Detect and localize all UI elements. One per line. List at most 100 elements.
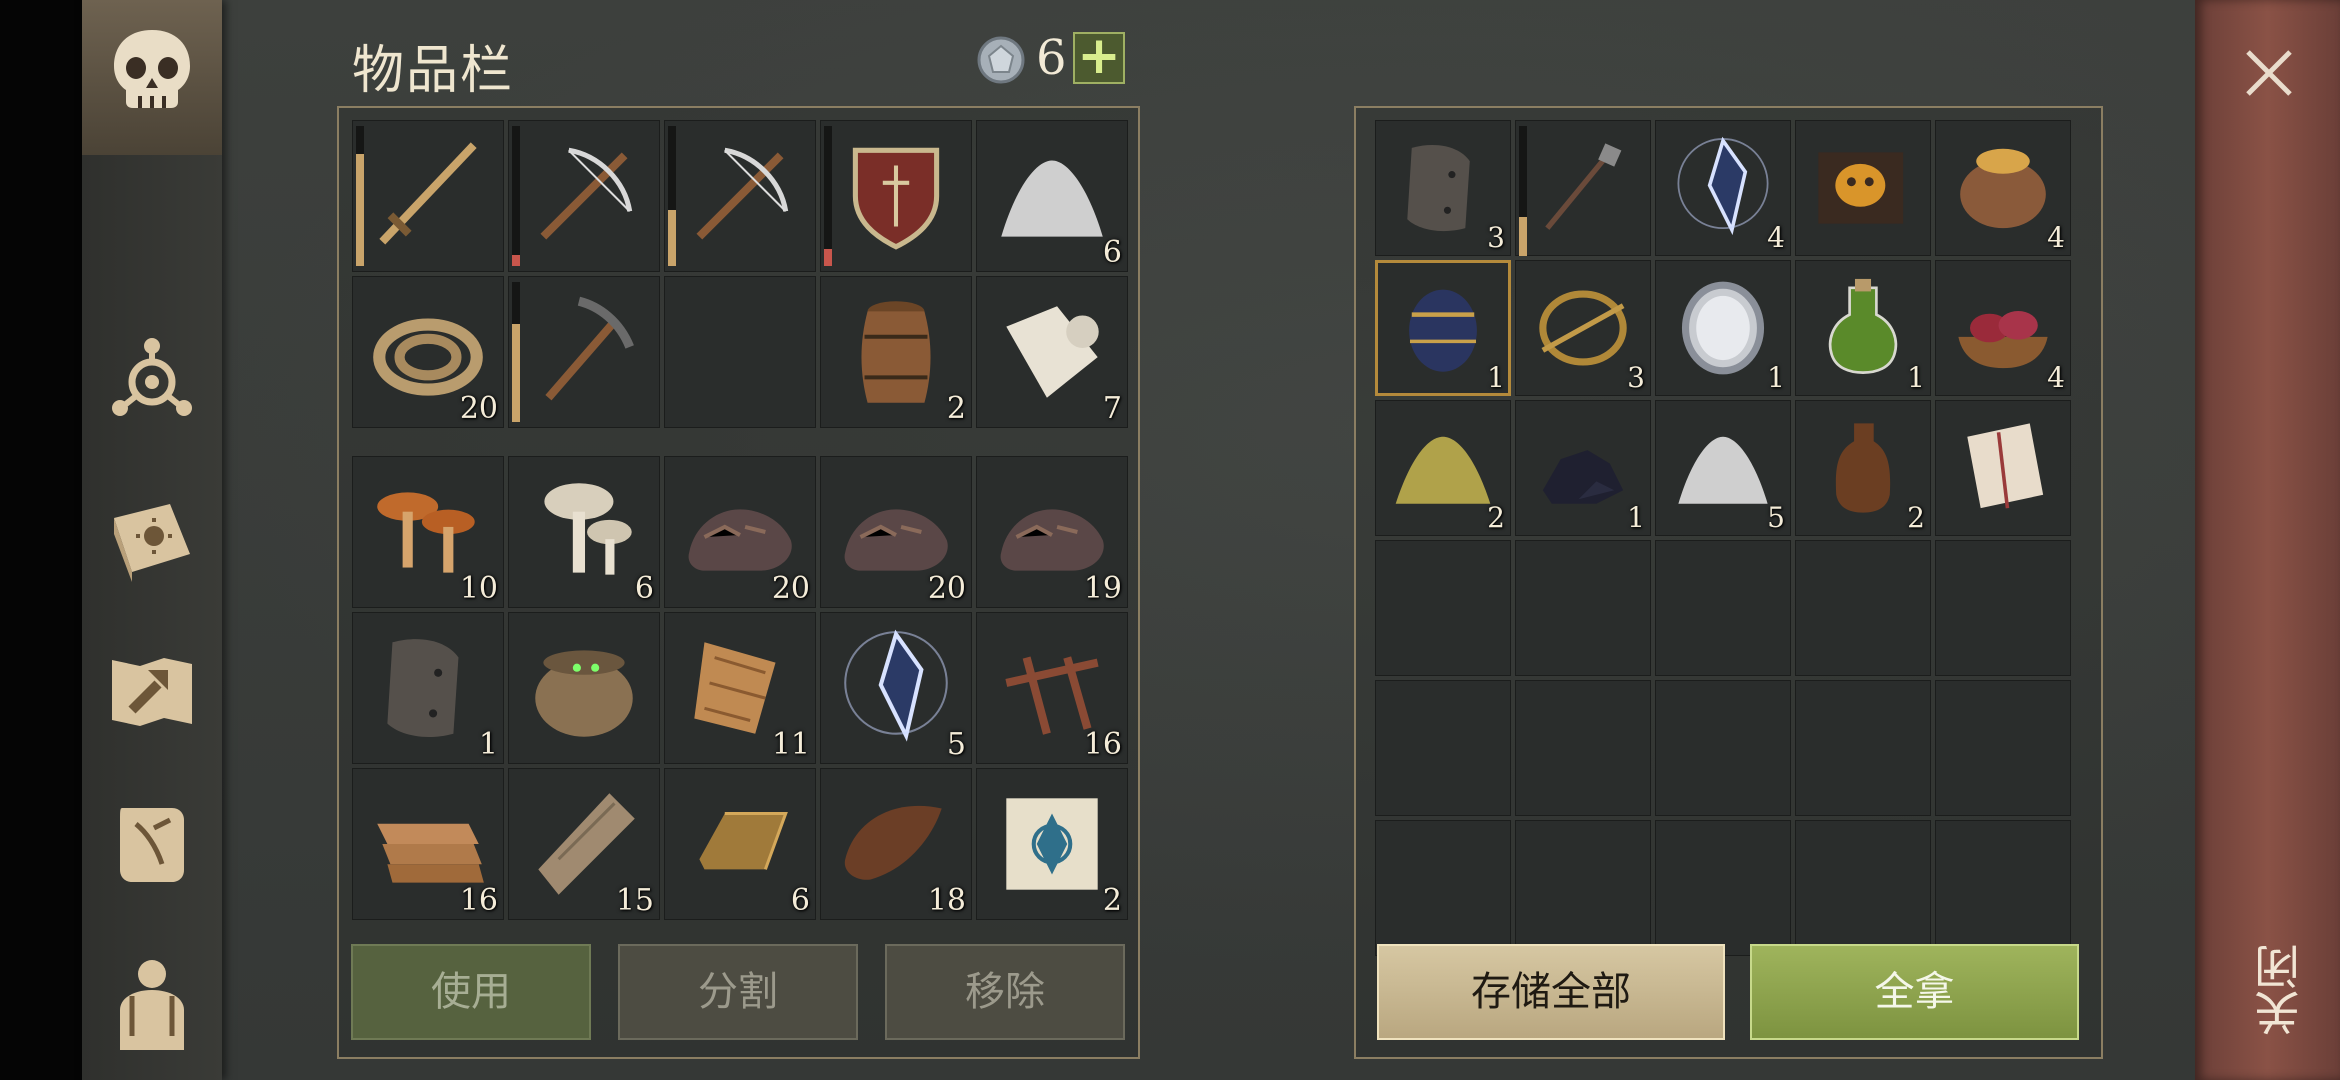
- storage-slot[interactable]: [1515, 820, 1651, 956]
- item-count: 6: [790, 883, 810, 918]
- crystal-icon: [830, 622, 962, 754]
- storage-slot[interactable]: [1935, 680, 2071, 816]
- storage-slot[interactable]: [1655, 680, 1791, 816]
- close-panel[interactable]: [2195, 0, 2340, 1080]
- backpack-slot[interactable]: 5: [820, 612, 972, 764]
- storage-slot[interactable]: 4: [1935, 260, 2071, 396]
- storage-slot[interactable]: 1: [1795, 260, 1931, 396]
- storage-slot[interactable]: 4: [1935, 120, 2071, 256]
- item-count: 2: [1102, 883, 1122, 918]
- item-count: 10: [459, 571, 498, 606]
- storage-slot[interactable]: 1: [1375, 260, 1511, 396]
- backpack-slot[interactable]: 6: [508, 456, 660, 608]
- backpack-slot[interactable]: 10: [352, 456, 504, 608]
- storage-slot[interactable]: [1795, 680, 1931, 816]
- durability-bar: [356, 126, 364, 266]
- backpack-slot[interactable]: 20: [664, 456, 816, 608]
- storage-slot[interactable]: [1935, 540, 2071, 676]
- storage-slot[interactable]: 4: [1655, 120, 1791, 256]
- sun-journal-icon[interactable]: [102, 488, 202, 588]
- storage-slot[interactable]: [1655, 820, 1791, 956]
- sidebar: [82, 0, 222, 1080]
- item-count: 16: [1083, 727, 1122, 762]
- storage-slot[interactable]: [1515, 680, 1651, 816]
- basket-with-eyes-icon: [518, 622, 650, 754]
- storage-slot[interactable]: 3: [1515, 260, 1651, 396]
- storage-slot[interactable]: [1515, 540, 1651, 676]
- salt-pile-icon: [1665, 410, 1781, 526]
- storage-slot[interactable]: 1: [1515, 400, 1651, 536]
- backpack-slot[interactable]: 19: [976, 456, 1128, 608]
- map-arrow-icon[interactable]: [102, 640, 202, 740]
- item-count: 2: [1487, 501, 1505, 534]
- leather-pauldron-icon: [362, 622, 494, 754]
- storage-slot[interactable]: 2: [1375, 400, 1511, 536]
- item-count: 1: [1627, 501, 1645, 534]
- use-button[interactable]: 使用: [351, 944, 591, 1040]
- storage-slot[interactable]: [1935, 400, 2071, 536]
- storage-slot[interactable]: 5: [1655, 400, 1791, 536]
- item-count: 4: [2047, 361, 2065, 394]
- close-label[interactable]: 关闭: [2247, 925, 2307, 1055]
- backpack-slot[interactable]: 20: [820, 456, 972, 608]
- quest-scroll-icon[interactable]: [102, 794, 202, 894]
- item-count: 2: [1907, 501, 1925, 534]
- sword-icon: [362, 130, 494, 262]
- equipment-slot[interactable]: [664, 276, 816, 428]
- salt-pile-icon: [986, 130, 1118, 262]
- equipment-slot[interactable]: 2: [820, 276, 972, 428]
- backpack-slot[interactable]: 16: [352, 768, 504, 920]
- item-count: 11: [771, 727, 810, 762]
- close-icon[interactable]: [2240, 44, 2298, 102]
- storage-slot[interactable]: [1795, 820, 1931, 956]
- item-count: 1: [1907, 361, 1925, 394]
- durability-bar: [668, 126, 676, 266]
- storage-slot[interactable]: [1375, 540, 1511, 676]
- shield-icon: [830, 130, 962, 262]
- storage-slot[interactable]: [1375, 680, 1511, 816]
- item-count: 20: [459, 391, 498, 426]
- item-count: 16: [459, 883, 498, 918]
- storage-slot[interactable]: 3: [1375, 120, 1511, 256]
- durability-bar: [512, 282, 520, 422]
- storage-slot[interactable]: [1375, 820, 1511, 956]
- storage-slot[interactable]: [1795, 540, 1931, 676]
- backpack-slot[interactable]: 2: [976, 768, 1128, 920]
- remove-button[interactable]: 移除: [885, 944, 1125, 1040]
- backpack-slot[interactable]: 1: [352, 612, 504, 764]
- storage-slot[interactable]: [1935, 820, 2071, 956]
- equipment-slot[interactable]: [508, 120, 660, 272]
- equipment-slot[interactable]: [664, 120, 816, 272]
- add-currency-button[interactable]: +: [1073, 30, 1125, 84]
- storage-slot[interactable]: [1515, 120, 1651, 256]
- character-equipment-icon[interactable]: [102, 950, 202, 1050]
- item-count: 6: [1102, 235, 1122, 270]
- equipment-slot[interactable]: 6: [976, 120, 1128, 272]
- item-count: 5: [946, 727, 966, 762]
- backpack-slot[interactable]: [508, 612, 660, 764]
- storage-slot[interactable]: [1795, 120, 1931, 256]
- equipment-slot[interactable]: [820, 120, 972, 272]
- backpack-slot[interactable]: 16: [976, 612, 1128, 764]
- item-count: 3: [1487, 221, 1505, 254]
- split-button[interactable]: 分割: [618, 944, 858, 1040]
- decorated-egg-icon: [1385, 270, 1501, 386]
- take-all-button[interactable]: 全拿: [1750, 944, 2079, 1040]
- equipment-slot[interactable]: 20: [352, 276, 504, 428]
- storage-slot[interactable]: 1: [1655, 260, 1791, 396]
- backpack-slot[interactable]: 11: [664, 612, 816, 764]
- backpack-slot[interactable]: 6: [664, 768, 816, 920]
- equipment-slot[interactable]: 7: [976, 276, 1128, 428]
- equipment-slot[interactable]: [508, 276, 660, 428]
- skills-tree-icon[interactable]: [102, 330, 202, 430]
- mace-icon: [1525, 130, 1641, 246]
- storage-slot[interactable]: [1655, 540, 1791, 676]
- leather-pauldron-icon: [1385, 130, 1501, 246]
- store-all-button[interactable]: 存储全部: [1377, 944, 1725, 1040]
- durability-bar: [512, 126, 520, 266]
- skull-icon[interactable]: [102, 22, 202, 122]
- equipment-slot[interactable]: [352, 120, 504, 272]
- backpack-slot[interactable]: 15: [508, 768, 660, 920]
- storage-slot[interactable]: 2: [1795, 400, 1931, 536]
- backpack-slot[interactable]: 18: [820, 768, 972, 920]
